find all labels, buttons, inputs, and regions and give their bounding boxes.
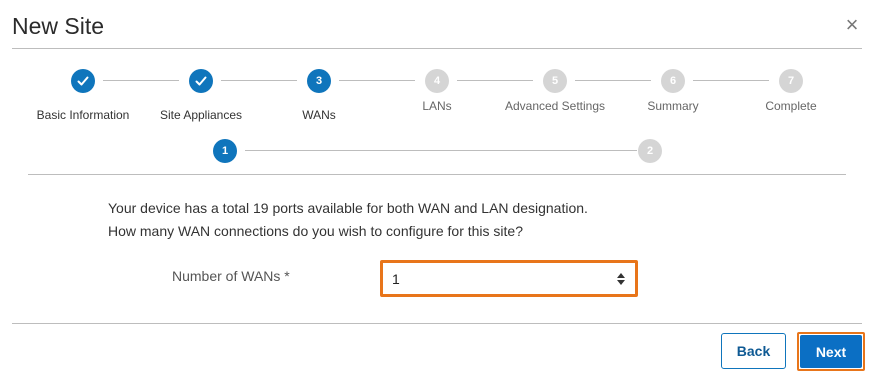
step-connector: [103, 80, 179, 81]
footer-divider: [12, 323, 862, 324]
next-button[interactable]: Next: [800, 335, 862, 368]
step-connector: [693, 80, 769, 81]
spinner-arrows-icon[interactable]: [616, 272, 626, 286]
step-1-label: Basic Information: [36, 108, 130, 122]
step-4-circle: 4: [425, 69, 449, 93]
step-5-label: Advanced Settings: [504, 99, 606, 113]
back-button[interactable]: Back: [721, 333, 786, 369]
substep-2-circle: 2: [638, 139, 662, 163]
step-6-label: Summary: [647, 99, 699, 113]
step-4-label: LANs: [422, 99, 452, 113]
step-3-label: WANs: [302, 108, 336, 122]
content-divider: [28, 174, 846, 175]
step-connector: [221, 80, 297, 81]
step-2-circle[interactable]: [189, 69, 213, 93]
close-icon[interactable]: ×: [843, 14, 861, 36]
step-7-label: Complete: [765, 99, 817, 113]
wan-count-input[interactable]: [383, 263, 635, 294]
substep-connector: [245, 150, 637, 151]
step-2-label: Site Appliances: [159, 108, 243, 122]
step-connector: [457, 80, 533, 81]
step-connector: [575, 80, 651, 81]
description-line-2: How many WAN connections do you wish to …: [108, 223, 524, 239]
checkmark-icon: [195, 76, 207, 86]
substep-1-circle[interactable]: 1: [213, 139, 237, 163]
description-line-1: Your device has a total 19 ports availab…: [108, 200, 588, 216]
checkmark-icon: [77, 76, 89, 86]
dialog-title: New Site: [12, 13, 105, 39]
header-divider: [12, 48, 862, 49]
wan-count-label: Number of WANs *: [172, 268, 290, 284]
step-1-circle[interactable]: [71, 69, 95, 93]
step-connector: [339, 80, 415, 81]
step-3-circle[interactable]: 3: [307, 69, 331, 93]
step-6-circle: 6: [661, 69, 685, 93]
step-5-circle: 5: [543, 69, 567, 93]
step-7-circle: 7: [779, 69, 803, 93]
wan-count-field[interactable]: [380, 260, 638, 297]
